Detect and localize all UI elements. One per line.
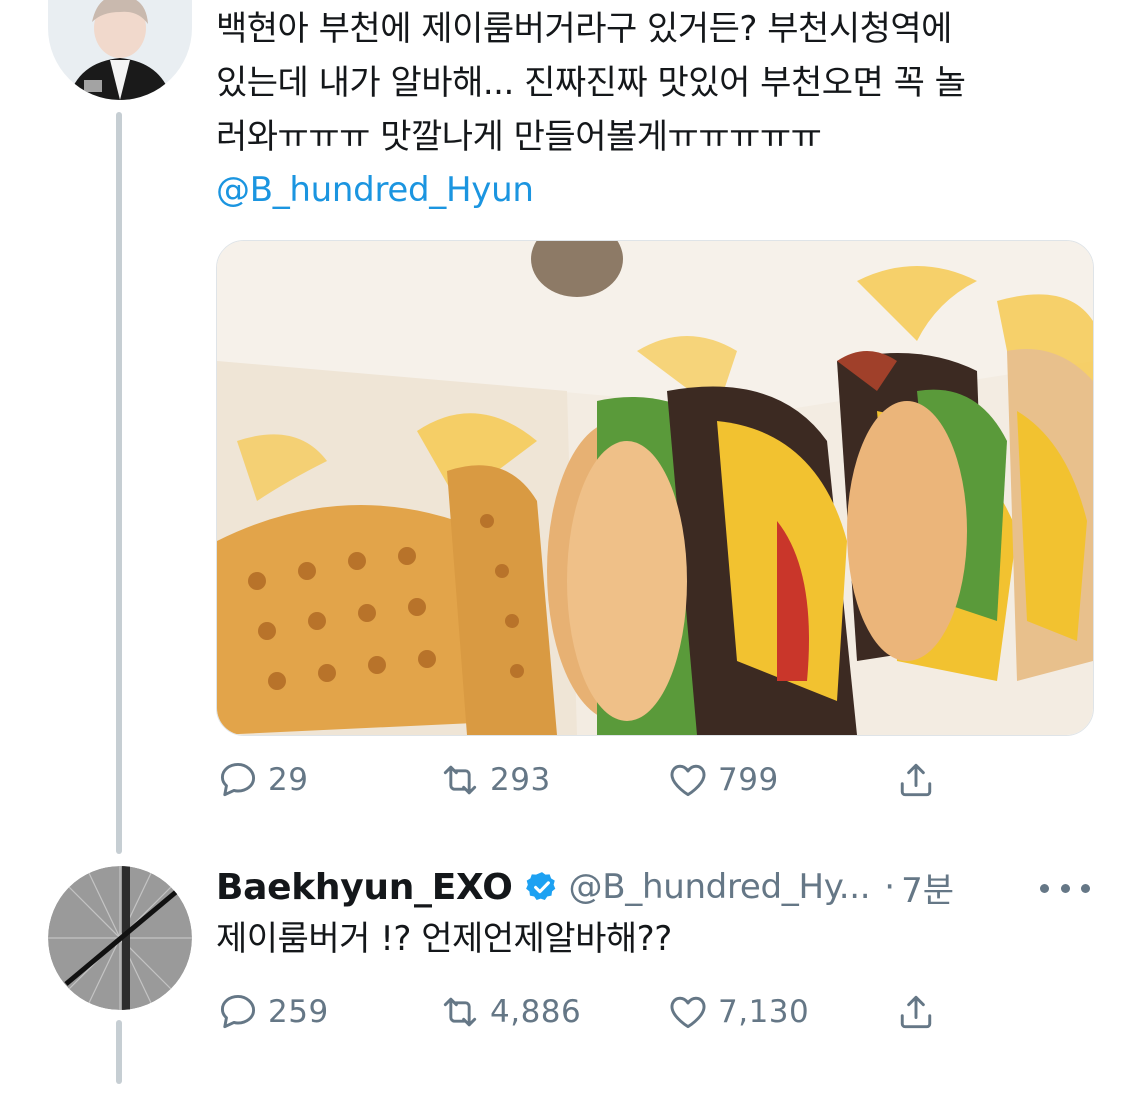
tweet1-text: 백현아 부천에 제이룸버거라구 있거든? 부천시청역에 있는데 내가 알바해..…	[216, 2, 966, 164]
like-button[interactable]: 799	[666, 750, 779, 810]
avatar-tweet1[interactable]	[48, 0, 192, 100]
tweet1-text-line: 러와ㅠㅠㅠ 맛깔나게 만들어볼게ㅠㅠㅠㅠㅠ	[216, 117, 822, 157]
retweet-icon	[443, 997, 477, 1027]
handle[interactable]: @B_hundred_Hy...	[569, 867, 871, 907]
avatar-photo-icon	[48, 866, 192, 1010]
tweet2-text: 제이룸버거 !? 언제언제알바해??	[216, 919, 672, 959]
retweet-button[interactable]: 4,886	[438, 982, 581, 1042]
reply-count: 29	[268, 762, 309, 798]
retweet-count: 4,886	[490, 994, 582, 1030]
tweet1-media-image[interactable]	[216, 240, 1094, 736]
retweet-button[interactable]: 293	[438, 750, 551, 810]
like-count: 799	[718, 762, 779, 798]
burger-photo-icon	[217, 241, 1093, 735]
tweet2-header: Baekhyun_EXO @B_hundred_Hy... · 7분	[216, 862, 954, 912]
reply-button[interactable]: 259	[216, 982, 329, 1042]
reply-count: 259	[268, 994, 329, 1030]
avatar-photo-icon	[48, 0, 192, 100]
reply-icon	[220, 762, 256, 797]
reply-icon	[220, 994, 256, 1029]
share-icon	[900, 995, 932, 1029]
timestamp[interactable]: 7분	[901, 863, 954, 912]
tweet1-text-line: 있는데 내가 알바해... 진짜진짜 맛있어 부천오면 꼭 놀	[216, 63, 966, 103]
like-button[interactable]: 7,130	[666, 982, 809, 1042]
more-icon[interactable]	[1040, 868, 1090, 908]
like-count: 7,130	[718, 994, 810, 1030]
tweet2-action-bar: 259 4,886 7,130	[216, 982, 976, 1042]
thread-line-bottom	[116, 1020, 122, 1084]
share-button[interactable]	[894, 982, 946, 1042]
display-name[interactable]: Baekhyun_EXO	[216, 867, 513, 908]
avatar-tweet2[interactable]	[48, 866, 192, 1010]
verified-badge-icon	[525, 872, 555, 901]
tweet1-mention-link[interactable]: @B_hundred_Hyun	[216, 170, 534, 210]
thread-line-top	[116, 112, 122, 854]
like-icon	[670, 764, 706, 797]
tweet1-text-line: 백현아 부천에 제이룸버거라구 있거든? 부천시청역에	[216, 9, 952, 49]
tweet1-action-bar: 29 293 799	[216, 750, 976, 810]
share-button[interactable]	[894, 750, 946, 810]
reply-button[interactable]: 29	[216, 750, 308, 810]
separator-dot: ·	[884, 867, 896, 907]
retweet-icon	[443, 765, 477, 795]
retweet-count: 293	[490, 762, 551, 798]
like-icon	[670, 996, 706, 1029]
share-icon	[900, 763, 932, 797]
